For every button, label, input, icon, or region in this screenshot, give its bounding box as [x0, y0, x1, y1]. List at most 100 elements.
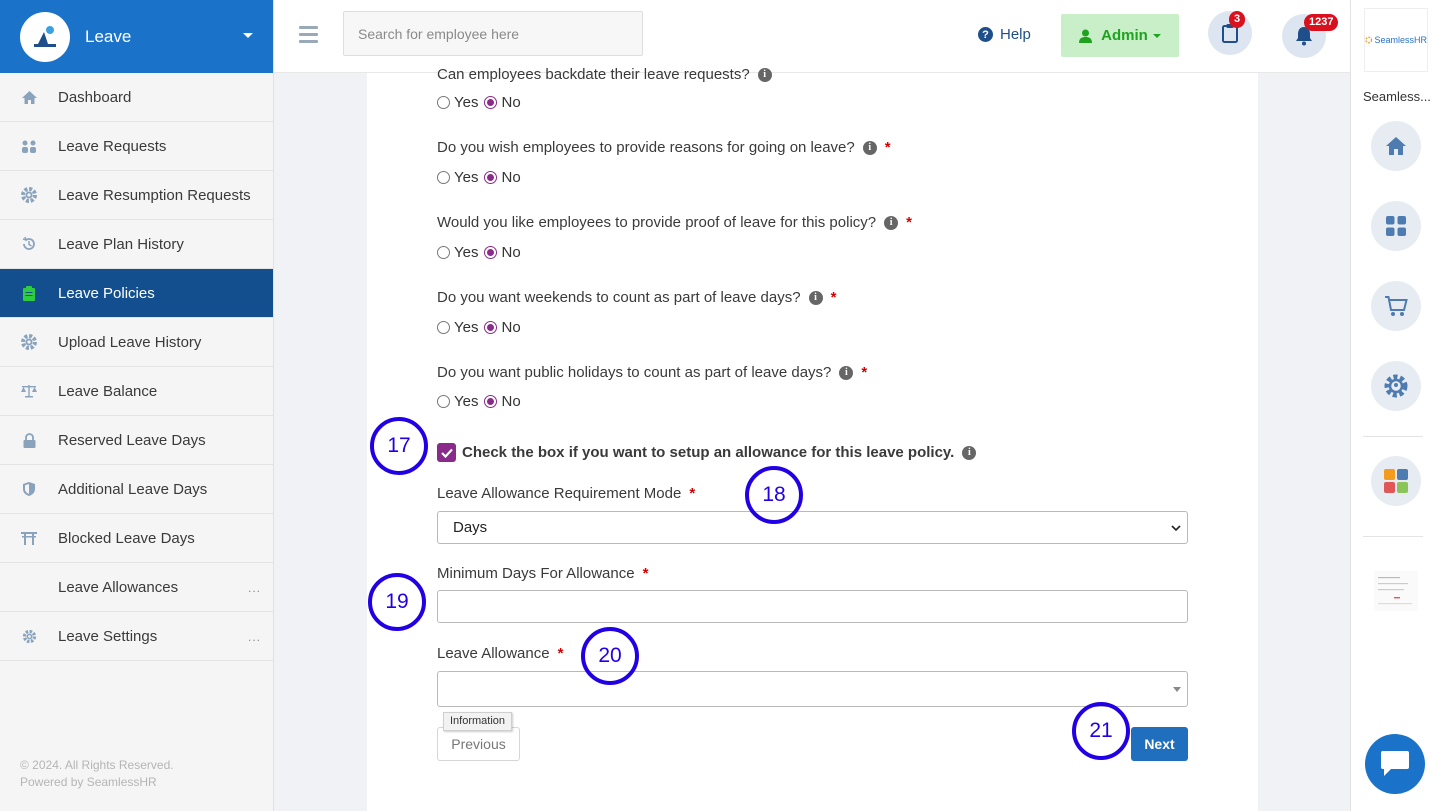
home-button[interactable] [1371, 121, 1421, 171]
gear-icon [20, 333, 38, 351]
mode-label: Leave Allowance Requirement Mode * [437, 485, 695, 502]
radio-label: Yes [454, 393, 479, 410]
right-rail: SeamlessHR Seamless... [1350, 0, 1433, 811]
cart-icon [1385, 296, 1408, 316]
sidebar-item-leave-settings[interactable]: Leave Settings ... [0, 612, 273, 661]
sidebar-item-reserved-leave-days[interactable]: Reserved Leave Days [0, 416, 273, 465]
sidebar-item-leave-balance[interactable]: Leave Balance [0, 367, 273, 416]
info-icon[interactable]: i [962, 445, 977, 460]
sidebar-item-label: Upload Leave History [58, 333, 202, 351]
app-launcher-button[interactable] [1371, 456, 1421, 506]
sidebar-item-label: Leave Settings [58, 627, 158, 645]
annotation-marker: 18 [745, 466, 803, 524]
radio-group-reasons: Yes No [437, 169, 527, 186]
radio-button[interactable] [437, 171, 450, 184]
radio-reasons-no[interactable]: No [484, 169, 521, 186]
sidebar-item-leave-allowances[interactable]: Leave Allowances ... [0, 563, 273, 612]
clipboard-button[interactable]: 3 [1208, 11, 1252, 55]
radio-label: Yes [454, 94, 479, 111]
radio-button[interactable] [484, 246, 498, 259]
info-icon[interactable]: i [839, 365, 854, 380]
info-icon[interactable]: i [884, 215, 899, 230]
radio-proof-no[interactable]: No [484, 244, 521, 261]
question-reasons: Do you wish employees to provide reasons… [437, 139, 891, 156]
chevron-down-icon[interactable] [243, 33, 253, 38]
home-icon [20, 88, 38, 106]
settings-button[interactable] [1371, 361, 1421, 411]
sidebar-item-leave-requests[interactable]: Leave Requests [0, 122, 273, 171]
question-backdate-text: Can employees backdate their leave reque… [437, 66, 750, 83]
allowance-checkbox[interactable] [437, 443, 456, 462]
allowance-mode-select[interactable]: Days [437, 511, 1188, 544]
radio-holidays-yes[interactable]: Yes [437, 393, 478, 410]
next-button[interactable]: Next [1131, 727, 1188, 761]
sidebar-item-dashboard[interactable]: Dashboard [0, 73, 273, 122]
radio-label: No [501, 319, 521, 336]
radio-button[interactable] [437, 246, 450, 259]
radio-button[interactable] [484, 171, 498, 184]
cart-button[interactable] [1371, 281, 1421, 331]
radio-holidays-no[interactable]: No [484, 393, 521, 410]
radio-label: Yes [454, 244, 479, 261]
mode-label-text: Leave Allowance Requirement Mode [437, 485, 682, 502]
previous-button[interactable]: Previous [437, 727, 520, 761]
sidebar-item-leave-policies[interactable]: Leave Policies [0, 269, 273, 318]
employee-search-input[interactable] [343, 11, 643, 56]
sidebar-item-leave-resumption-requests[interactable]: Leave Resumption Requests [0, 171, 273, 220]
radio-weekends-yes[interactable]: Yes [437, 319, 478, 336]
page-thumbnail[interactable] [1371, 566, 1421, 616]
min-days-input[interactable] [437, 590, 1188, 623]
gate-icon [20, 529, 38, 547]
sidebar-footer: © 2024. All Rights Reserved. Powered by … [20, 757, 174, 791]
notifications-button[interactable]: 1237 [1282, 14, 1339, 58]
info-icon[interactable]: i [808, 290, 823, 305]
radio-backdate-yes[interactable]: Yes [437, 94, 478, 111]
radio-group-backdate: Yes No [437, 94, 527, 111]
chat-button[interactable] [1365, 734, 1425, 794]
sidebar-item-label: Additional Leave Days [58, 480, 208, 498]
info-icon[interactable]: i [862, 140, 877, 155]
scale-icon [20, 382, 38, 400]
radio-group-weekends: Yes No [437, 319, 527, 336]
hamburger-menu-icon[interactable] [299, 26, 318, 47]
radio-weekends-no[interactable]: No [484, 319, 521, 336]
radio-reasons-yes[interactable]: Yes [437, 169, 478, 186]
more-icon[interactable]: ... [248, 630, 261, 644]
company-logo[interactable]: SeamlessHR [1364, 8, 1428, 72]
rail-divider [1363, 436, 1423, 437]
gear-icon [1384, 374, 1408, 398]
sidebar-item-label: Reserved Leave Days [58, 431, 206, 449]
radio-button[interactable] [437, 96, 450, 109]
sidebar-item-leave-plan-history[interactable]: Leave Plan History [0, 220, 273, 269]
information-tooltip: Information [443, 712, 513, 731]
allowance-checkbox-label[interactable]: Check the box if you want to setup an al… [462, 444, 977, 461]
radio-button[interactable] [484, 321, 498, 334]
radio-button[interactable] [484, 395, 498, 408]
annotation-marker: 17 [370, 417, 428, 475]
radio-button[interactable] [437, 321, 450, 334]
sidebar-item-label: Blocked Leave Days [58, 529, 195, 547]
radio-group-holidays: Yes No [437, 393, 527, 410]
app-title: Leave [85, 26, 132, 46]
sidebar-item-additional-leave-days[interactable]: Additional Leave Days [0, 465, 273, 514]
required-mark: * [557, 645, 564, 662]
sidebar-header[interactable]: Leave [0, 0, 273, 73]
question-holidays-text: Do you want public holidays to count as … [437, 364, 832, 381]
leave-allowance-select[interactable] [437, 671, 1188, 707]
powered-by-text: Powered by SeamlessHR [20, 775, 157, 789]
apps-button[interactable] [1371, 201, 1421, 251]
radio-backdate-no[interactable]: No [484, 94, 521, 111]
allowance-mode-value: Days [453, 519, 488, 536]
more-icon[interactable]: ... [248, 581, 261, 595]
info-icon[interactable]: i [757, 67, 772, 82]
radio-label: No [501, 94, 521, 111]
help-link[interactable]: ? Help [978, 26, 1031, 43]
thumbnail-preview-icon [1374, 571, 1418, 611]
admin-dropdown-button[interactable]: Admin [1061, 14, 1179, 57]
sidebar-item-blocked-leave-days[interactable]: Blocked Leave Days [0, 514, 273, 563]
radio-button[interactable] [437, 395, 450, 408]
radio-proof-yes[interactable]: Yes [437, 244, 478, 261]
sidebar-item-upload-leave-history[interactable]: Upload Leave History [0, 318, 273, 367]
radio-button[interactable] [484, 96, 498, 109]
sidebar-item-label: Leave Policies [58, 284, 155, 302]
